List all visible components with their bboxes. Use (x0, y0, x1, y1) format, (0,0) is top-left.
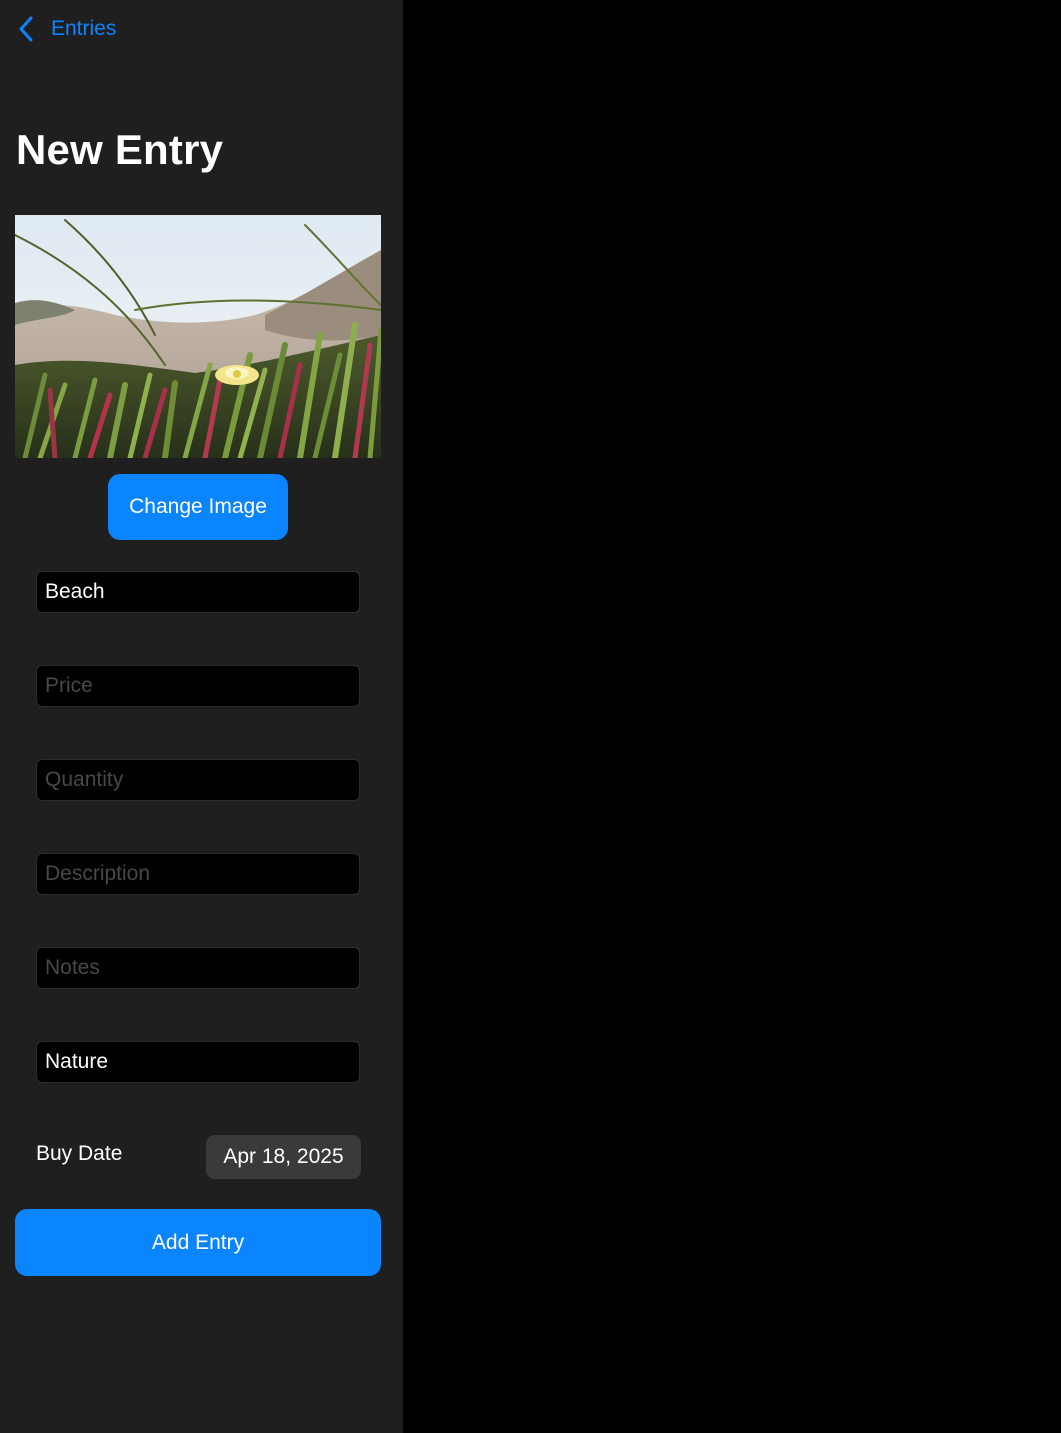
entry-photo (15, 215, 381, 458)
description-field-placeholder: Description (45, 862, 151, 885)
category-field-value: Nature (45, 1050, 109, 1073)
notes-field[interactable]: Notes (36, 947, 360, 989)
chevron-left-icon (16, 14, 42, 44)
price-field-placeholder: Price (45, 674, 93, 697)
quantity-field-placeholder: Quantity (45, 768, 124, 791)
notes-field-placeholder: Notes (45, 956, 100, 979)
description-field[interactable]: Description (36, 853, 360, 895)
category-field[interactable]: Nature (36, 1041, 360, 1083)
page-title: New Entry (16, 126, 224, 173)
change-image-button[interactable]: Change Image (108, 474, 288, 540)
back-button-label: Entries (51, 17, 117, 40)
price-field[interactable]: Price (36, 665, 360, 707)
name-field-value: Beach (45, 580, 105, 603)
name-field[interactable]: Beach (36, 571, 360, 613)
add-entry-button[interactable]: Add Entry (15, 1209, 381, 1276)
back-button[interactable]: Entries (16, 10, 116, 48)
sidebar-panel: Entries New Entry Change Image Beach Pri… (0, 0, 403, 1433)
detail-pane (403, 0, 1061, 1433)
quantity-field[interactable]: Quantity (36, 759, 360, 801)
app-screen: Entries New Entry Change Image Beach Pri… (0, 0, 1061, 1433)
buy-date-picker[interactable]: Apr 18, 2025 (206, 1135, 361, 1179)
buy-date-label: Buy Date (36, 1142, 123, 1165)
